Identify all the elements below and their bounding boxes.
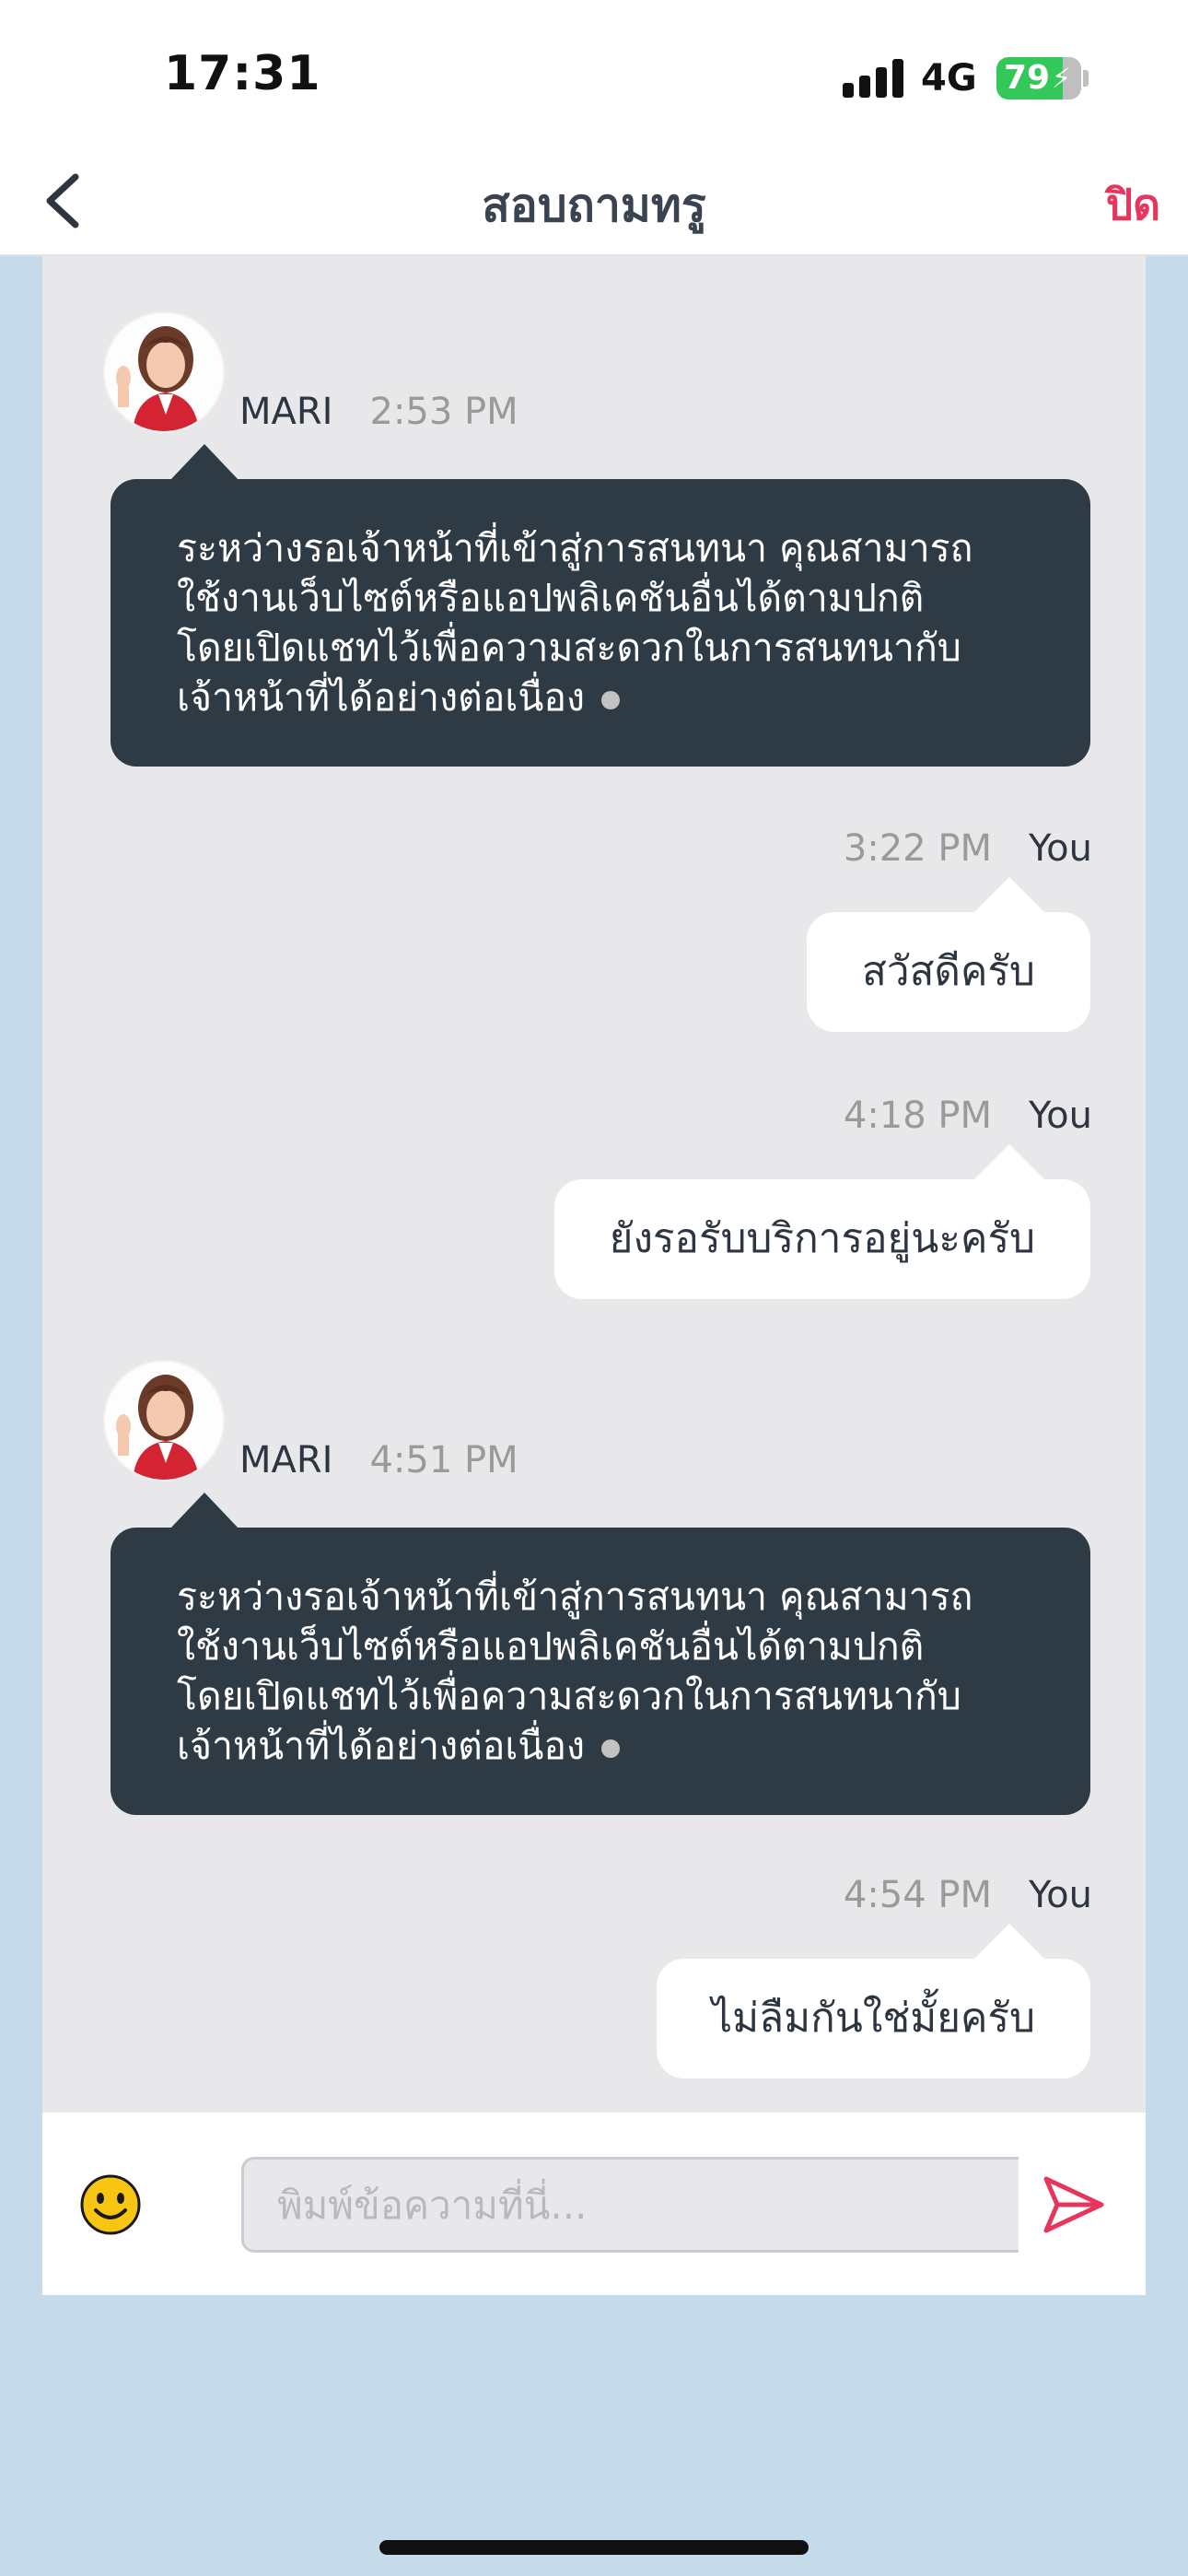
message-time: 4:51 PM [369, 1439, 518, 1481]
user-message-bubble: สวัสดีครับ [807, 877, 1090, 1032]
network-type: 4G [921, 57, 977, 100]
message-text-line: ระหว่างรอเจ้าหน้าที่เข้าสู่การสนทนา คุณส… [177, 526, 973, 570]
message-text-line: ระหว่างรอเจ้าหน้าที่เข้าสู่การสนทนา คุณส… [177, 1575, 973, 1619]
message-time: 4:54 PM [843, 1874, 993, 1916]
status-bar: 17:31 4G 79 ⚡ [0, 0, 1188, 147]
message-meta: 4:18 PM You [844, 1095, 1092, 1137]
message-meta: MARI 2:53 PM [239, 391, 518, 433]
agent-avatar [105, 1362, 223, 1480]
emoji-button[interactable] [79, 2173, 142, 2236]
message-text-line: ใช้งานเว็บไซต์หรือแอปพลิเคชันอื่นได้ตามป… [177, 1624, 925, 1669]
page-title: สอบถามทรู [482, 179, 706, 232]
message-time: 3:22 PM [843, 827, 993, 870]
agent-avatar [105, 313, 223, 431]
message-text-line: โดยเปิดแชทไว้เพื่อความสะดวกในการสนทนากับ [177, 626, 961, 670]
sender-name: MARI [239, 1439, 333, 1481]
sender-name: You [1029, 827, 1092, 870]
user-message-bubble: ยังรอรับบริการอยู่นะครับ [553, 1144, 1090, 1299]
close-button[interactable]: ปิด [1106, 171, 1160, 239]
status-time: 17:31 [164, 46, 321, 101]
agent-avatar-image [105, 313, 223, 431]
message-meta: 3:22 PM You [844, 827, 1092, 870]
agent-message-bubble: ระหว่างรอเจ้าหน้าที่เข้าสู่การสนทนา คุณส… [111, 1493, 1090, 1815]
message-time: 2:53 PM [369, 391, 518, 433]
agent-message-bubble: ระหว่างรอเจ้าหน้าที่เข้าสู่การสนทนา คุณส… [111, 444, 1090, 767]
read-status-dot [601, 691, 621, 709]
cellular-signal-icon [843, 59, 903, 98]
message-text-line: โดยเปิดแชทไว้เพื่อความสะดวกในการสนทนากับ [177, 1674, 961, 1718]
battery-level: 79 [1004, 59, 1051, 97]
sender-name: MARI [239, 391, 333, 433]
read-status-dot [601, 1739, 621, 1758]
message-input[interactable] [241, 2157, 1052, 2253]
message-text-line: ใช้งานเว็บไซต์หรือแอปพลิเคชันอื่นได้ตามป… [177, 576, 925, 620]
smiley-icon [80, 2174, 141, 2235]
chat-message-list[interactable]: MARI 2:53 PM ระหว่างรอเจ้าหน้าที่เข้าสู่ก… [42, 256, 1146, 2113]
message-meta: MARI 4:51 PM [239, 1439, 518, 1481]
send-button[interactable] [1019, 2153, 1120, 2256]
sender-name: You [1029, 1095, 1092, 1137]
agent-avatar-image [105, 1362, 223, 1480]
message-time: 4:18 PM [843, 1095, 993, 1137]
sender-name: You [1029, 1874, 1092, 1916]
message-text: ยังรอรับบริการอยู่นะครับ [609, 1215, 1035, 1262]
message-text-line: เจ้าหน้าที่ได้อย่างต่อเนื่อง [177, 675, 586, 720]
message-text: ไม่ลืมกันใช่มั้ยครับ [712, 1995, 1035, 2042]
home-indicator [379, 2540, 809, 2555]
message-text-line: เจ้าหน้าที่ได้อย่างต่อเนื่อง [177, 1724, 586, 1768]
navigation-bar: สอบถามทรู ปิด [0, 147, 1188, 256]
message-meta: 4:54 PM You [844, 1874, 1092, 1916]
user-message-bubble: ไม่ลืมกันใช่มั้ยครับ [657, 1924, 1090, 2078]
message-text: สวัสดีครับ [862, 948, 1035, 995]
message-composer [42, 2113, 1146, 2295]
charging-bolt-icon: ⚡ [1052, 63, 1072, 95]
send-icon [1043, 2176, 1104, 2233]
battery-icon: 79 ⚡ [996, 57, 1081, 100]
